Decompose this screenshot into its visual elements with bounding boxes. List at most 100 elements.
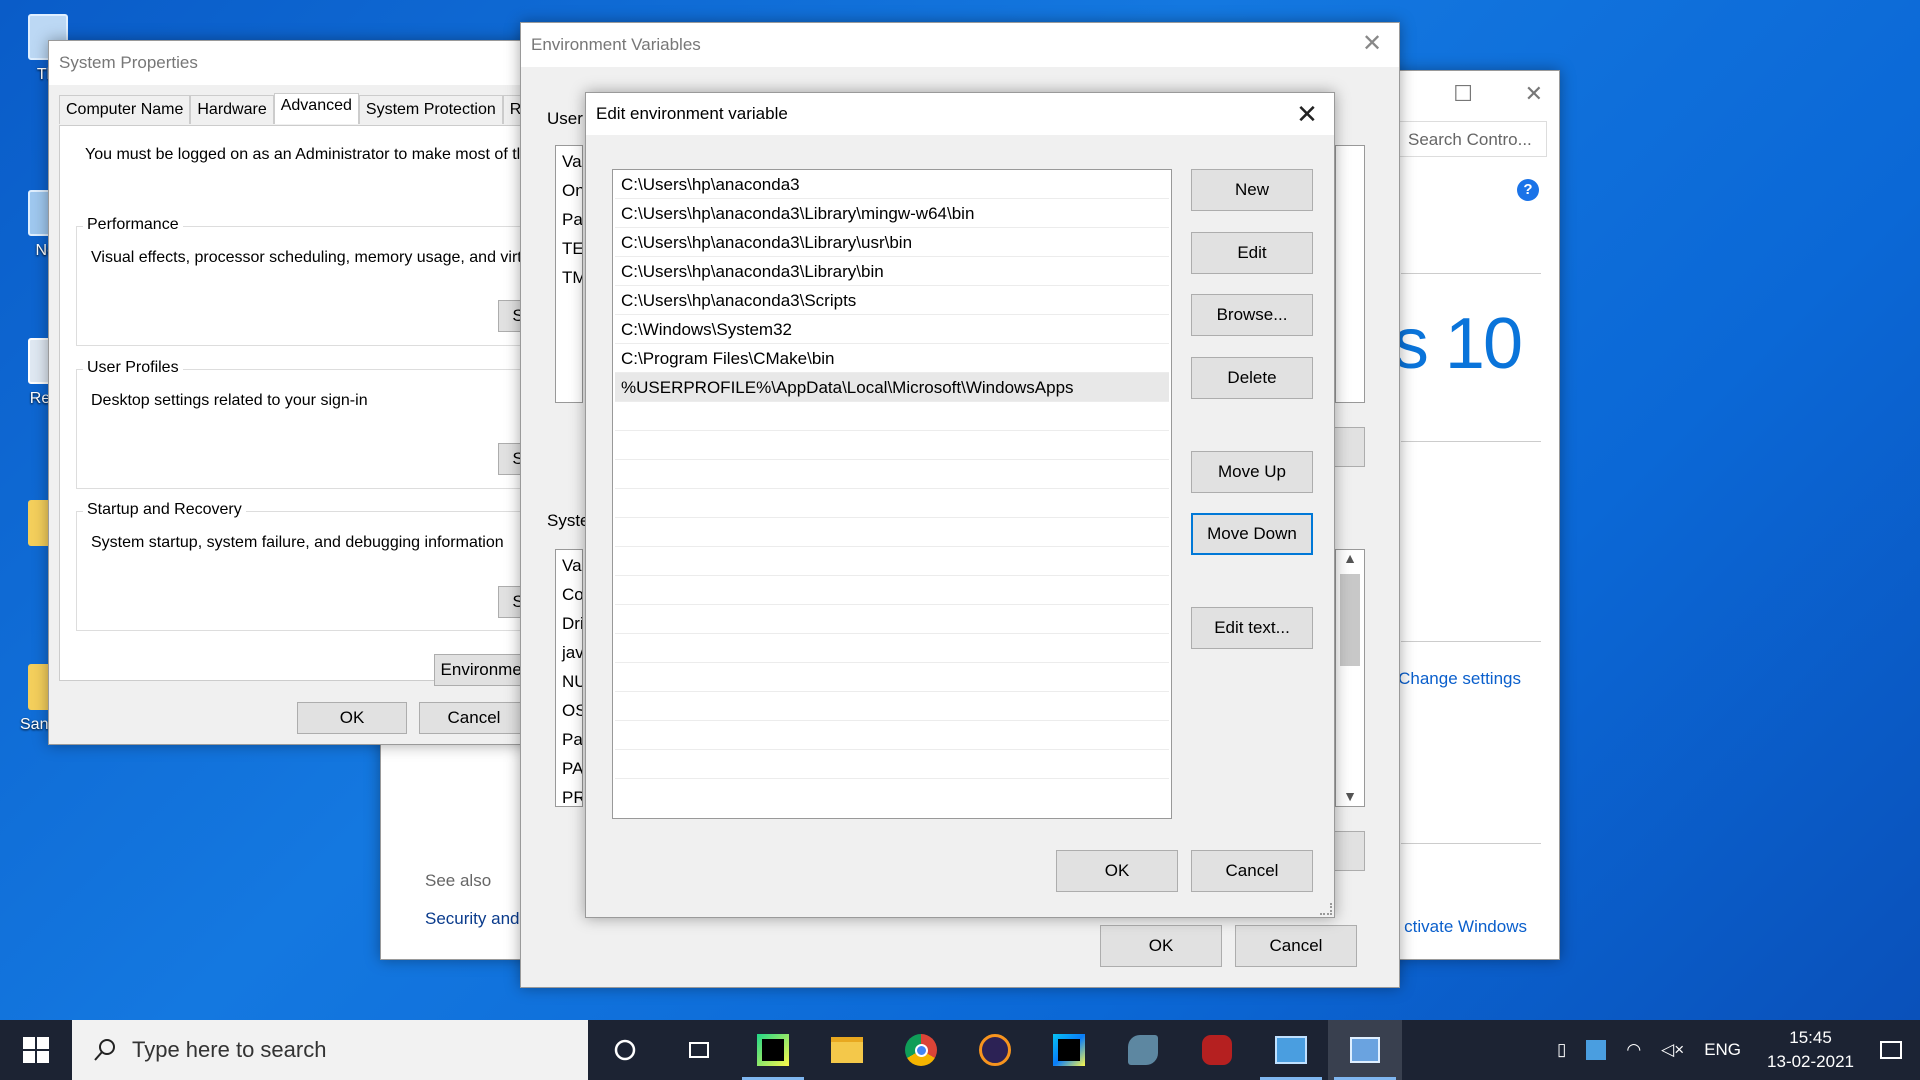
notifications-icon[interactable]	[1880, 1041, 1902, 1059]
pycharm-icon[interactable]	[736, 1020, 810, 1080]
control-panel-icon[interactable]	[1254, 1020, 1328, 1080]
path-entry[interactable]: C:\Windows\System32	[615, 315, 1169, 344]
eclipse-icon[interactable]	[958, 1020, 1032, 1080]
empty-row[interactable]	[615, 605, 1169, 634]
window-title: Environment Variables	[531, 35, 701, 54]
start-button[interactable]	[0, 1020, 72, 1080]
tab-system-protection[interactable]: System Protection	[358, 95, 503, 124]
webstorm-icon[interactable]	[1032, 1020, 1106, 1080]
list-item[interactable]: NU	[556, 666, 582, 695]
list-item[interactable]: Co	[556, 579, 582, 608]
empty-row[interactable]	[615, 634, 1169, 663]
activate-windows-link[interactable]: ctivate Windows	[1404, 917, 1527, 937]
empty-row[interactable]	[615, 431, 1169, 460]
mysql-workbench-icon[interactable]	[1106, 1020, 1180, 1080]
window-title: Edit environment variable	[596, 104, 788, 123]
empty-row[interactable]	[615, 518, 1169, 547]
list-item[interactable]: TEI	[556, 233, 582, 262]
taskbar-search-input[interactable]: Type here to search	[72, 1020, 588, 1080]
empty-row[interactable]	[615, 576, 1169, 605]
tab-computer-name[interactable]: Computer Name	[59, 95, 191, 124]
path-entry[interactable]: C:\Program Files\CMake\bin	[615, 344, 1169, 373]
divider	[1401, 273, 1541, 274]
help-icon[interactable]: ?	[1517, 179, 1539, 201]
list-item[interactable]: Var	[556, 146, 582, 175]
scroll-up-icon[interactable]: ▲	[1336, 550, 1364, 574]
list-item[interactable]: OS	[556, 695, 582, 724]
admin-note: You must be logged on as an Administrato…	[85, 146, 521, 163]
cortana-icon[interactable]	[588, 1020, 662, 1080]
usb-icon[interactable]: ▯	[1557, 1040, 1566, 1060]
chrome-icon[interactable]	[884, 1020, 958, 1080]
path-entry[interactable]: C:\Users\hp\anaconda3\Library\usr\bin	[615, 228, 1169, 257]
system-variables-scrollbar[interactable]: ▲ ▼	[1335, 549, 1365, 807]
path-entry-selected[interactable]: %USERPROFILE%\AppData\Local\Microsoft\Wi…	[615, 373, 1169, 402]
empty-row[interactable]	[615, 460, 1169, 489]
group-title: Performance	[83, 216, 183, 234]
edit-environment-variable-dialog: Edit environment variable ✕ C:\Users\hp\…	[585, 92, 1335, 918]
cancel-button[interactable]: Cancel	[419, 702, 529, 734]
clock[interactable]: 15:45 13-02-2021	[1767, 1026, 1854, 1074]
new-button[interactable]: New	[1191, 169, 1313, 211]
list-item[interactable]: PR	[556, 782, 582, 806]
maximize-icon[interactable]: ☐	[1453, 81, 1473, 107]
security-link[interactable]: Security and	[425, 909, 520, 929]
scroll-thumb[interactable]	[1340, 574, 1360, 666]
edit-button[interactable]: Edit	[1191, 232, 1313, 274]
cancel-button[interactable]: Cancel	[1191, 850, 1313, 892]
list-item[interactable]: jav	[556, 637, 582, 666]
ok-button[interactable]: OK	[1056, 850, 1178, 892]
list-item[interactable]: Pat	[556, 204, 582, 233]
app-red-icon[interactable]	[1180, 1020, 1254, 1080]
close-icon[interactable]: ✕	[1525, 81, 1543, 107]
defender-icon[interactable]	[1586, 1040, 1607, 1060]
move-down-button[interactable]: Move Down	[1191, 513, 1313, 555]
path-entry[interactable]: C:\Users\hp\anaconda3	[615, 170, 1169, 199]
empty-row[interactable]	[615, 547, 1169, 576]
ok-button[interactable]: OK	[1100, 925, 1222, 967]
list-item[interactable]: Dri	[556, 608, 582, 637]
browse-button[interactable]: Browse...	[1191, 294, 1313, 336]
path-entry[interactable]: C:\Users\hp\anaconda3\Library\mingw-w64\…	[615, 199, 1169, 228]
empty-row[interactable]	[615, 721, 1169, 750]
tab-hardware[interactable]: Hardware	[190, 95, 274, 124]
path-entry[interactable]: C:\Users\hp\anaconda3\Scripts	[615, 286, 1169, 315]
empty-row[interactable]	[615, 750, 1169, 779]
edit-text-button[interactable]: Edit text...	[1191, 607, 1313, 649]
scroll-down-icon[interactable]: ▼	[1336, 788, 1364, 804]
system-variables-list[interactable]: Var Co Dri jav NU OS Pat PA PR	[555, 549, 583, 807]
resize-grip-icon[interactable]	[1320, 903, 1332, 915]
title-bar: Environment Variables ✕	[521, 23, 1399, 67]
delete-button[interactable]: Delete	[1191, 357, 1313, 399]
user-variables-list[interactable]: Var On Pat TEI TM	[555, 145, 583, 403]
wifi-icon[interactable]: ◠	[1626, 1040, 1641, 1060]
cancel-button[interactable]: Cancel	[1235, 925, 1357, 967]
environment-variables-button[interactable]: Environmer	[434, 654, 534, 686]
list-item[interactable]: On	[556, 175, 582, 204]
move-up-button[interactable]: Move Up	[1191, 451, 1313, 493]
search-input[interactable]: Search Contro...	[1397, 121, 1547, 157]
windows-logo-icon	[23, 1037, 49, 1063]
file-explorer-icon[interactable]	[810, 1020, 884, 1080]
list-item[interactable]: PA	[556, 753, 582, 782]
list-item[interactable]: TM	[556, 262, 582, 291]
user-variables-list-edge	[1335, 145, 1365, 403]
list-item[interactable]: Var	[556, 550, 582, 579]
change-settings-link[interactable]: Change settings	[1398, 669, 1521, 689]
language-indicator[interactable]: ENG	[1704, 1040, 1741, 1060]
ok-button[interactable]: OK	[297, 702, 407, 734]
list-item[interactable]: Pat	[556, 724, 582, 753]
divider	[1401, 441, 1541, 442]
empty-row[interactable]	[615, 489, 1169, 518]
close-icon[interactable]: ✕	[1294, 101, 1320, 127]
path-entry[interactable]: C:\Users\hp\anaconda3\Library\bin	[615, 257, 1169, 286]
volume-icon[interactable]: ◁×	[1661, 1040, 1684, 1060]
close-icon[interactable]: ✕	[1359, 31, 1385, 57]
path-list[interactable]: C:\Users\hp\anaconda3 C:\Users\hp\anacon…	[612, 169, 1172, 819]
system-properties-icon[interactable]	[1328, 1020, 1402, 1080]
empty-row[interactable]	[615, 402, 1169, 431]
task-view-icon[interactable]	[662, 1020, 736, 1080]
empty-row[interactable]	[615, 692, 1169, 721]
empty-row[interactable]	[615, 663, 1169, 692]
tab-advanced[interactable]: Advanced	[273, 93, 359, 124]
